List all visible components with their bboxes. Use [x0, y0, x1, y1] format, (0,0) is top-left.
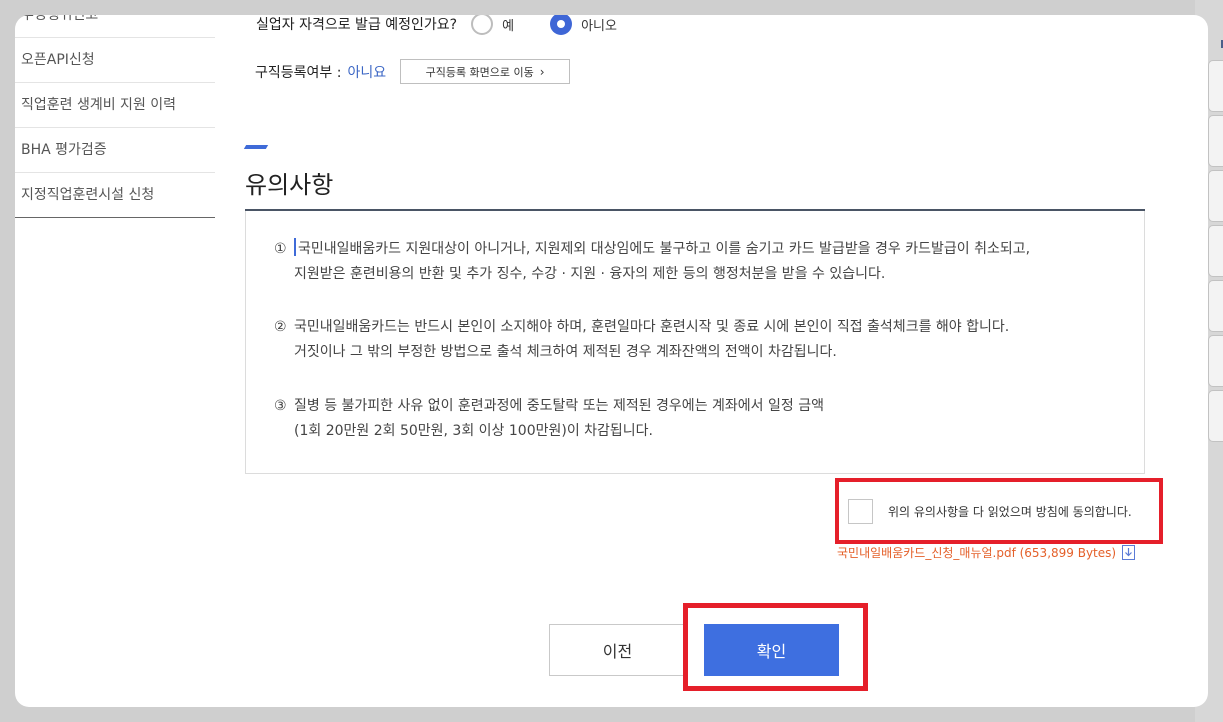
agreement-checkbox[interactable] — [848, 498, 873, 524]
side-tab[interactable] — [1208, 225, 1223, 277]
sidebar-item-open-api[interactable]: 오픈API신청 — [15, 38, 215, 83]
notice-item-number: ③ — [274, 398, 287, 414]
job-registration-button[interactable]: 구직등록 화면으로 이동 › — [400, 59, 571, 84]
manual-download-link[interactable]: 국민내일배움카드_신청_매뉴얼.pdf (653,899 Bytes) — [837, 544, 1116, 561]
manual-download: 국민내일배움카드_신청_매뉴얼.pdf (653,899 Bytes) — [837, 544, 1136, 561]
notice-box: ① 국민내일배움카드 지원대상이 아니거나, 지원제외 대상임에도 불구하고 이를… — [245, 211, 1145, 474]
notice-item-line: 거짓이나 그 밖의 부정한 방법으로 출석 체크하여 제적된 경우 계좌잔액의 … — [294, 344, 837, 360]
notice-item-3: ③ 질병 등 불가피한 사유 없이 훈련과정에 중도탈락 또는 제적된 경우에는 … — [274, 394, 824, 444]
confirm-button-label: 확인 — [756, 642, 787, 661]
sidebar-item-living-cost-history[interactable]: 직업훈련 생계비 지원 이력 — [15, 83, 215, 128]
download-icon[interactable] — [1122, 545, 1136, 560]
agreement-label[interactable]: 위의 유의사항을 다 읽었으며 방침에 동의합니다. — [888, 503, 1132, 520]
sidebar-item-label: 직업훈련 생계비 지원 이력 — [21, 97, 177, 113]
side-tab[interactable] — [1208, 115, 1223, 167]
sidebar-item-label: 부정행위신고 — [21, 15, 99, 23]
text-cursor — [294, 238, 296, 256]
side-tab[interactable] — [1208, 390, 1223, 442]
title-accent-bar — [243, 145, 269, 149]
job-registration-value: 아니요 — [347, 64, 387, 81]
radio-yes[interactable] — [471, 15, 494, 35]
notice-item-number: ① — [274, 241, 287, 257]
notice-item-line: 국민내일배움카드 지원대상이 아니거나, 지원제외 대상임에도 불구하고 이를 … — [298, 241, 1031, 257]
side-tab[interactable] — [1208, 280, 1223, 332]
notice-item-line: 지원받은 훈련비용의 반환 및 추가 징수, 수강 · 지원 · 융자의 제한 … — [294, 266, 886, 282]
sidebar-item-label: BHA 평가검증 — [21, 142, 107, 158]
side-tab[interactable] — [1208, 335, 1223, 387]
unemployed-question-label: 실업자 자격으로 발급 예정인가요? — [256, 17, 458, 33]
notice-item-line: 질병 등 불가피한 사유 없이 훈련과정에 중도탈락 또는 제적된 경우에는 계… — [294, 398, 824, 414]
sidebar-item-misconduct-report[interactable]: 부정행위신고 — [15, 15, 215, 38]
sidebar-item-label: 오픈API신청 — [21, 52, 95, 68]
chevron-right-icon: › — [539, 64, 545, 79]
prev-button[interactable]: 이전 — [549, 624, 686, 676]
radio-no-label[interactable]: 아니오 — [581, 15, 617, 34]
side-tab[interactable] — [1208, 170, 1223, 222]
radio-no[interactable] — [550, 15, 573, 35]
notice-item-2: ② 국민내일배움카드는 반드시 본인이 소지해야 하며, 훈련일마다 훈련시작 및… — [274, 315, 1009, 365]
prev-button-label: 이전 — [602, 642, 633, 661]
sidebar-item-label: 지정직업훈련시설 신청 — [21, 187, 155, 203]
radio-yes-label[interactable]: 예 — [502, 15, 514, 34]
job-registration-row: 구직등록여부 : 아니요 구직등록 화면으로 이동 › — [255, 59, 571, 84]
notice-item-line: 국민내일배움카드는 반드시 본인이 소지해야 하며, 훈련일마다 훈련시작 및 … — [294, 319, 1010, 335]
notice-item-number: ② — [274, 319, 287, 335]
job-registration-label: 구직등록여부 : — [255, 64, 342, 81]
sidebar-menu: 부정행위신고 오픈API신청 직업훈련 생계비 지원 이력 BHA 평가검증 지… — [15, 15, 215, 218]
unemployed-question-row: 실업자 자격으로 발급 예정인가요? 예 아니오 — [256, 15, 653, 39]
application-modal: 부정행위신고 오픈API신청 직업훈련 생계비 지원 이력 BHA 평가검증 지… — [15, 15, 1208, 707]
notice-item-line: (1회 20만원 2회 50만원, 3회 이상 100만원)이 차감됩니다. — [294, 423, 654, 439]
confirm-button[interactable]: 확인 — [704, 624, 839, 676]
sidebar-item-bha-evaluation[interactable]: BHA 평가검증 — [15, 128, 215, 173]
notice-item-1: ① 국민내일배움카드 지원대상이 아니거나, 지원제외 대상임에도 불구하고 이를… — [274, 237, 1030, 287]
notice-title: 유의사항 — [245, 171, 334, 199]
side-tab[interactable] — [1208, 60, 1223, 112]
job-registration-button-label: 구직등록 화면으로 이동 — [425, 65, 534, 79]
agreement-highlight: 위의 유의사항을 다 읽었으며 방침에 동의합니다. — [835, 478, 1163, 544]
sidebar-item-facility-application[interactable]: 지정직업훈련시설 신청 — [15, 173, 215, 218]
